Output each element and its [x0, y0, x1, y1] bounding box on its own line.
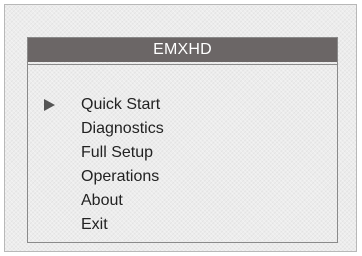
device-screen: EMXHD Quick Start Diagnostics Full Setup… [4, 4, 357, 252]
menu-item-label: Diagnostics [81, 120, 164, 137]
triangle-right-icon [44, 99, 55, 111]
menu-item-label: Exit [81, 216, 108, 233]
title-bar: EMXHD [28, 38, 337, 62]
menu-item-exit[interactable]: Exit [28, 213, 337, 237]
main-menu: Quick Start Diagnostics Full Setup Opera… [28, 93, 337, 237]
menu-item-full-setup[interactable]: Full Setup [28, 141, 337, 165]
menu-item-label: About [81, 192, 123, 209]
menu-item-label: Quick Start [81, 96, 161, 113]
title-divider [28, 64, 337, 65]
window-title: EMXHD [153, 41, 212, 58]
main-menu-panel: EMXHD Quick Start Diagnostics Full Setup… [27, 37, 338, 243]
menu-item-label: Operations [81, 168, 160, 185]
menu-item-operations[interactable]: Operations [28, 165, 337, 189]
menu-item-about[interactable]: About [28, 189, 337, 213]
menu-item-quick-start[interactable]: Quick Start [28, 93, 337, 117]
menu-item-diagnostics[interactable]: Diagnostics [28, 117, 337, 141]
menu-item-label: Full Setup [81, 144, 154, 161]
